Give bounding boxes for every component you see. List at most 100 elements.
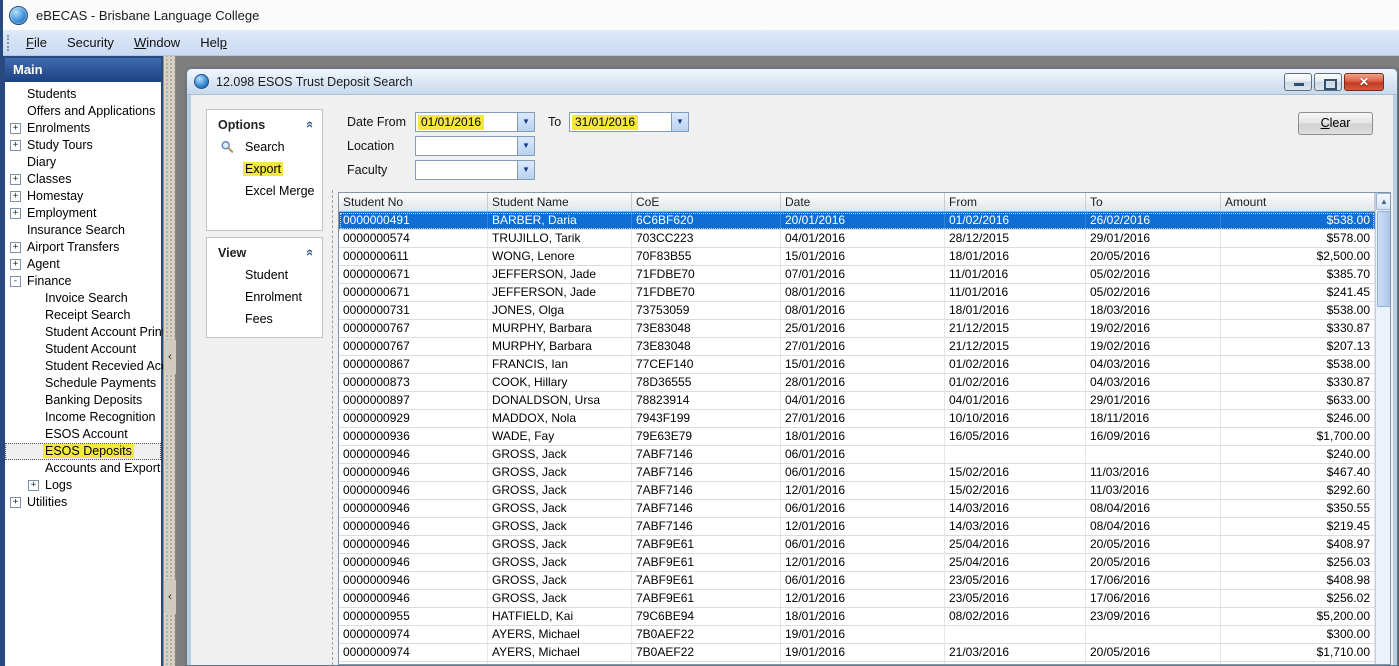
sidebar-item-finance[interactable]: -Finance <box>5 273 161 290</box>
column-header-from[interactable]: From <box>945 193 1086 211</box>
chevron-down-icon[interactable]: ▼ <box>517 113 534 131</box>
table-row[interactable]: 0000000974AYERS, Michael7B0AEF2219/01/20… <box>339 644 1375 662</box>
date-to-combo[interactable]: 31/01/2016 ▼ <box>569 112 689 132</box>
close-button[interactable] <box>1344 73 1384 91</box>
sidebar-item-student-account[interactable]: Student Account <box>5 341 161 358</box>
faculty-combo[interactable]: ▼ <box>415 160 535 180</box>
sidebar-item-airport-transfers[interactable]: +Airport Transfers <box>5 239 161 256</box>
sidebar-item-utilities[interactable]: +Utilities <box>5 494 161 511</box>
sidebar-item-banking-deposits[interactable]: Banking Deposits <box>5 392 161 409</box>
sidebar-item-schedule-payments[interactable]: Schedule Payments <box>5 375 161 392</box>
expand-icon[interactable]: + <box>10 123 21 134</box>
table-row[interactable]: 0000000767MURPHY, Barbara73E8304825/01/2… <box>339 320 1375 338</box>
column-header-to[interactable]: To <box>1086 193 1221 211</box>
panel-grid-divider[interactable] <box>332 190 333 665</box>
clear-button[interactable]: Clear <box>1298 112 1373 135</box>
table-row[interactable]: 0000000929MADDOX, Nola7943F19927/01/2016… <box>339 410 1375 428</box>
view-item-enrolment[interactable]: Enrolment <box>207 286 322 308</box>
column-header-date[interactable]: Date <box>781 193 945 211</box>
table-row[interactable]: 0000000936WADE, Fay79E63E7918/01/201616/… <box>339 428 1375 446</box>
sidebar-item-students[interactable]: Students <box>5 86 161 103</box>
menu-item-help[interactable]: Help <box>190 31 237 54</box>
sidebar-item-logs[interactable]: +Logs <box>5 477 161 494</box>
sidebar-splitter[interactable]: ‹ ‹ <box>163 56 176 666</box>
sidebar-item-agent[interactable]: +Agent <box>5 256 161 273</box>
table-row[interactable]: 0000000574TRUJILLO, Tarik703CC22304/01/2… <box>339 230 1375 248</box>
column-header-coe[interactable]: CoE <box>632 193 781 211</box>
date-from-combo[interactable]: 01/01/2016 ▼ <box>415 112 535 132</box>
sidebar-item-enrolments[interactable]: +Enrolments <box>5 120 161 137</box>
table-row[interactable]: 0000000955HATFIELD, Kai79C6BE9418/01/201… <box>339 608 1375 626</box>
collapse-chevron-icon[interactable]: « <box>303 249 318 256</box>
date-to-value[interactable]: 31/01/2016 <box>572 115 638 130</box>
menu-item-security[interactable]: Security <box>57 31 124 54</box>
table-row[interactable]: 0000000867FRANCIS, Ian77CEF14015/01/2016… <box>339 356 1375 374</box>
scrollbar-thumb[interactable] <box>1377 211 1391 307</box>
menu-grip-icon[interactable] <box>7 35 11 51</box>
sidebar-item-accounts-and-export[interactable]: Accounts and Export <box>5 460 161 477</box>
splitter-collapse-icon[interactable]: ‹ <box>164 340 176 374</box>
option-item-export[interactable]: Export <box>207 158 322 180</box>
maximize-button[interactable] <box>1314 73 1342 91</box>
collapse-chevron-icon[interactable]: « <box>303 121 318 128</box>
sidebar-item-esos-deposits[interactable]: ESOS Deposits <box>5 443 161 460</box>
table-row[interactable]: 0000000897DONALDSON, Ursa7882391404/01/2… <box>339 392 1375 410</box>
table-row[interactable]: 0000000974AYERS, Michael7B0B134019/01/20… <box>339 662 1375 665</box>
column-header-student-no[interactable]: Student No <box>339 193 488 211</box>
table-row[interactable]: 0000000946GROSS, Jack7ABF714606/01/20161… <box>339 500 1375 518</box>
table-row[interactable]: 0000000671JEFFERSON, Jade71FDBE7008/01/2… <box>339 284 1375 302</box>
table-row[interactable]: 0000000946GROSS, Jack7ABF9E6106/01/20162… <box>339 536 1375 554</box>
chevron-down-icon[interactable]: ▼ <box>517 137 534 155</box>
expand-icon[interactable]: + <box>10 208 21 219</box>
option-item-excel-merge[interactable]: Excel Merge <box>207 180 322 202</box>
view-item-student[interactable]: Student <box>207 264 322 286</box>
sidebar-item-student-recevied-accou[interactable]: Student Recevied Accou <box>5 358 161 375</box>
expand-icon[interactable]: + <box>10 497 21 508</box>
sidebar-item-income-recognition[interactable]: Income Recognition <box>5 409 161 426</box>
table-row[interactable]: 0000000946GROSS, Jack7ABF714606/01/2016$… <box>339 446 1375 464</box>
table-row[interactable]: 0000000946GROSS, Jack7ABF714606/01/20161… <box>339 464 1375 482</box>
table-row[interactable]: 0000000873COOK, Hillary78D3655528/01/201… <box>339 374 1375 392</box>
column-header-student-name[interactable]: Student Name <box>488 193 632 211</box>
location-combo[interactable]: ▼ <box>415 136 535 156</box>
sidebar-item-homestay[interactable]: +Homestay <box>5 188 161 205</box>
sidebar-item-insurance-search[interactable]: Insurance Search <box>5 222 161 239</box>
sidebar-item-classes[interactable]: +Classes <box>5 171 161 188</box>
expand-icon[interactable]: + <box>10 259 21 270</box>
menu-item-file[interactable]: File <box>16 31 57 54</box>
table-row[interactable]: 0000000946GROSS, Jack7ABF9E6112/01/20162… <box>339 590 1375 608</box>
table-row[interactable]: 0000000731JONES, Olga7375305908/01/20161… <box>339 302 1375 320</box>
column-header-amount[interactable]: Amount <box>1221 193 1375 211</box>
table-row[interactable]: 0000000946GROSS, Jack7ABF9E6112/01/20162… <box>339 554 1375 572</box>
sidebar-item-receipt-search[interactable]: Receipt Search <box>5 307 161 324</box>
sidebar-item-employment[interactable]: +Employment <box>5 205 161 222</box>
menu-item-window[interactable]: Window <box>124 31 190 54</box>
expand-icon[interactable]: + <box>10 174 21 185</box>
table-row[interactable]: 0000000946GROSS, Jack7ABF714612/01/20161… <box>339 482 1375 500</box>
minimize-button[interactable] <box>1284 73 1312 91</box>
expand-icon[interactable]: + <box>10 242 21 253</box>
expand-icon[interactable]: + <box>28 480 39 491</box>
sidebar-item-student-account-print[interactable]: Student Account Print <box>5 324 161 341</box>
dialog-title-bar[interactable]: 12.098 ESOS Trust Deposit Search <box>187 69 1397 95</box>
chevron-down-icon[interactable]: ▼ <box>517 161 534 179</box>
table-row[interactable]: 0000000671JEFFERSON, Jade71FDBE7007/01/2… <box>339 266 1375 284</box>
table-row[interactable]: 0000000491BARBER, Daria6C6BF62020/01/201… <box>339 212 1375 230</box>
sidebar-item-esos-account[interactable]: ESOS Account <box>5 426 161 443</box>
table-row[interactable]: 0000000946GROSS, Jack7ABF714612/01/20161… <box>339 518 1375 536</box>
chevron-down-icon[interactable]: ▼ <box>671 113 688 131</box>
table-row[interactable]: 0000000946GROSS, Jack7ABF9E6106/01/20162… <box>339 572 1375 590</box>
date-from-value[interactable]: 01/01/2016 <box>418 115 484 130</box>
table-row[interactable]: 0000000611WONG, Lenore70F83B5515/01/2016… <box>339 248 1375 266</box>
expand-icon[interactable]: + <box>10 140 21 151</box>
table-row[interactable]: 0000000767MURPHY, Barbara73E8304827/01/2… <box>339 338 1375 356</box>
sidebar-item-diary[interactable]: Diary <box>5 154 161 171</box>
sidebar-item-study-tours[interactable]: +Study Tours <box>5 137 161 154</box>
option-item-search[interactable]: Search <box>207 136 322 158</box>
table-row[interactable]: 0000000974AYERS, Michael7B0AEF2219/01/20… <box>339 626 1375 644</box>
splitter-collapse-icon[interactable]: ‹ <box>164 580 176 614</box>
view-item-fees[interactable]: Fees <box>207 308 322 330</box>
scroll-up-icon[interactable]: ▲ <box>1376 193 1391 210</box>
sidebar-item-invoice-search[interactable]: Invoice Search <box>5 290 161 307</box>
expand-icon[interactable]: + <box>10 191 21 202</box>
